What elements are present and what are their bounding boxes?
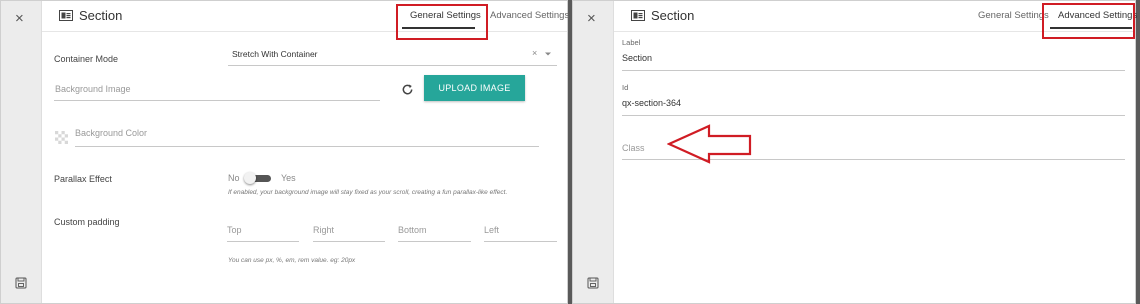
general-settings-panel: × Section General Settings Advanced Sett…	[0, 0, 569, 304]
clear-icon[interactable]: ×	[532, 48, 537, 58]
highlight-box	[1042, 3, 1135, 39]
save-icon[interactable]	[15, 277, 27, 289]
tab-advanced-settings[interactable]: Advanced Settings	[490, 10, 569, 21]
save-icon[interactable]	[587, 277, 599, 289]
background-image-field[interactable]: Background Image	[55, 84, 131, 94]
toggle-knob	[244, 172, 256, 184]
padding-top-field[interactable]: Top	[227, 225, 242, 235]
close-icon[interactable]: ×	[15, 11, 24, 27]
section-icon	[59, 10, 73, 21]
parallax-off-label: No	[228, 173, 240, 183]
padding-bottom-field[interactable]: Bottom	[398, 225, 427, 235]
advanced-settings-panel: × Section General Settings Advanced Sett…	[572, 0, 1137, 304]
chevron-down-icon[interactable]	[544, 51, 552, 57]
parallax-toggle[interactable]	[244, 172, 271, 184]
panel-title: Section	[79, 8, 123, 23]
label-field-underline	[622, 70, 1125, 71]
close-icon[interactable]: ×	[587, 11, 596, 27]
class-field[interactable]: Class	[622, 143, 645, 153]
container-mode-label: Container Mode	[54, 54, 119, 64]
panel-title: Section	[651, 8, 695, 23]
padding-help-text: You can use px, %, em, rem value. eg: 20…	[228, 257, 356, 264]
parallax-on-label: Yes	[281, 173, 296, 183]
tab-general-settings[interactable]: General Settings	[978, 10, 1049, 21]
background-image-underline	[54, 100, 380, 101]
padding-bottom-underline	[398, 241, 471, 242]
id-field-value[interactable]: qx-section-364	[622, 98, 681, 108]
container-mode-underline	[228, 65, 557, 66]
padding-right-underline	[313, 241, 385, 242]
parallax-effect-label: Parallax Effect	[54, 174, 112, 184]
padding-left-field[interactable]: Left	[484, 225, 499, 235]
color-swatch-icon[interactable]	[55, 131, 68, 144]
highlight-box	[396, 4, 488, 40]
id-field-label: Id	[622, 83, 629, 92]
label-field-label: Label	[622, 38, 641, 47]
label-field-value[interactable]: Section	[622, 53, 652, 63]
custom-padding-label: Custom padding	[54, 217, 120, 227]
id-field-underline	[622, 115, 1125, 116]
panel-header: Section	[42, 1, 567, 32]
background-color-underline	[75, 146, 539, 147]
panel-sidebar: ×	[573, 1, 614, 303]
red-arrow-annotation	[667, 124, 752, 164]
container-mode-value: Stretch With Container	[232, 49, 318, 59]
padding-right-field[interactable]: Right	[313, 225, 334, 235]
padding-top-underline	[227, 241, 299, 242]
panel-sidebar: ×	[1, 1, 42, 303]
background-color-field[interactable]: Background Color	[75, 128, 147, 138]
parallax-help-text: If enabled, your background image will s…	[228, 189, 508, 196]
section-icon	[631, 10, 645, 21]
refresh-icon[interactable]	[401, 83, 414, 96]
padding-left-underline	[484, 241, 557, 242]
upload-image-button[interactable]: UPLOAD IMAGE	[424, 75, 525, 101]
